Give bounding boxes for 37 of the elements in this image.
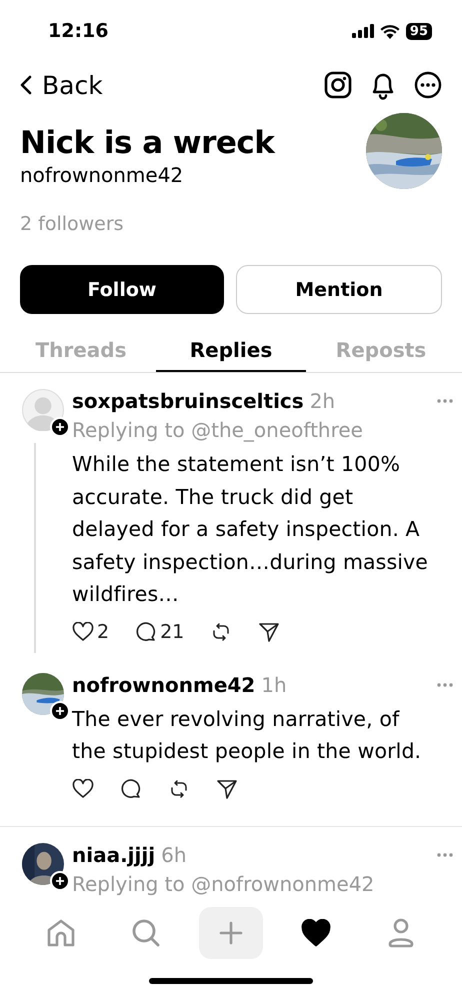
post-text: The ever revolving narrative, of the stupidest people in the world. [72,706,422,765]
signal-icon [352,24,374,38]
profile-name: Nick is a wreck [20,125,274,161]
profile-tab[interactable]: Replies [156,332,306,372]
heart-icon[interactable] [301,919,332,947]
home-icon[interactable] [44,918,77,948]
mention-button[interactable]: Mention [236,265,442,314]
more-options-icon[interactable] [414,71,442,99]
follow-plus-icon[interactable] [50,417,70,437]
post-text: While the statement isn’t 100% accurate. The truck did get delayed for a safety inspection. A safety inspection…during massive wildfires… [72,451,429,608]
battery-level: 95 [406,22,432,40]
post-username[interactable]: nofrownonme42 [72,672,256,696]
wifi-icon [380,24,400,38]
share-icon[interactable] [216,778,238,800]
reply-count: 21 [160,620,184,642]
share-icon[interactable] [258,620,280,642]
post-username[interactable]: soxpatsbruinsceltics [72,389,304,413]
camera-icon[interactable] [324,71,352,99]
comment-icon[interactable] [135,620,158,642]
comment-icon[interactable] [120,778,142,800]
back-button[interactable]: Back [20,70,103,100]
post-username[interactable]: niaa.jjjj [72,842,156,866]
like-icon[interactable] [72,622,94,642]
status-time: 12:16 [48,20,108,42]
follow-button[interactable]: Follow [20,265,224,314]
follow-plus-icon[interactable] [50,870,70,890]
search-icon[interactable] [130,918,161,948]
create-post-button[interactable] [198,907,263,959]
post-time: 6h [161,842,187,866]
like-icon[interactable] [72,778,94,798]
back-chevron-icon[interactable] [20,75,32,95]
profile-handle: nofrownonme42 [20,163,184,187]
post-time: 2h [310,389,336,413]
post-time: 1h [261,672,287,696]
profile-icon[interactable] [387,918,416,948]
follow-plus-icon[interactable] [50,700,70,720]
like-count: 2 [97,620,110,642]
